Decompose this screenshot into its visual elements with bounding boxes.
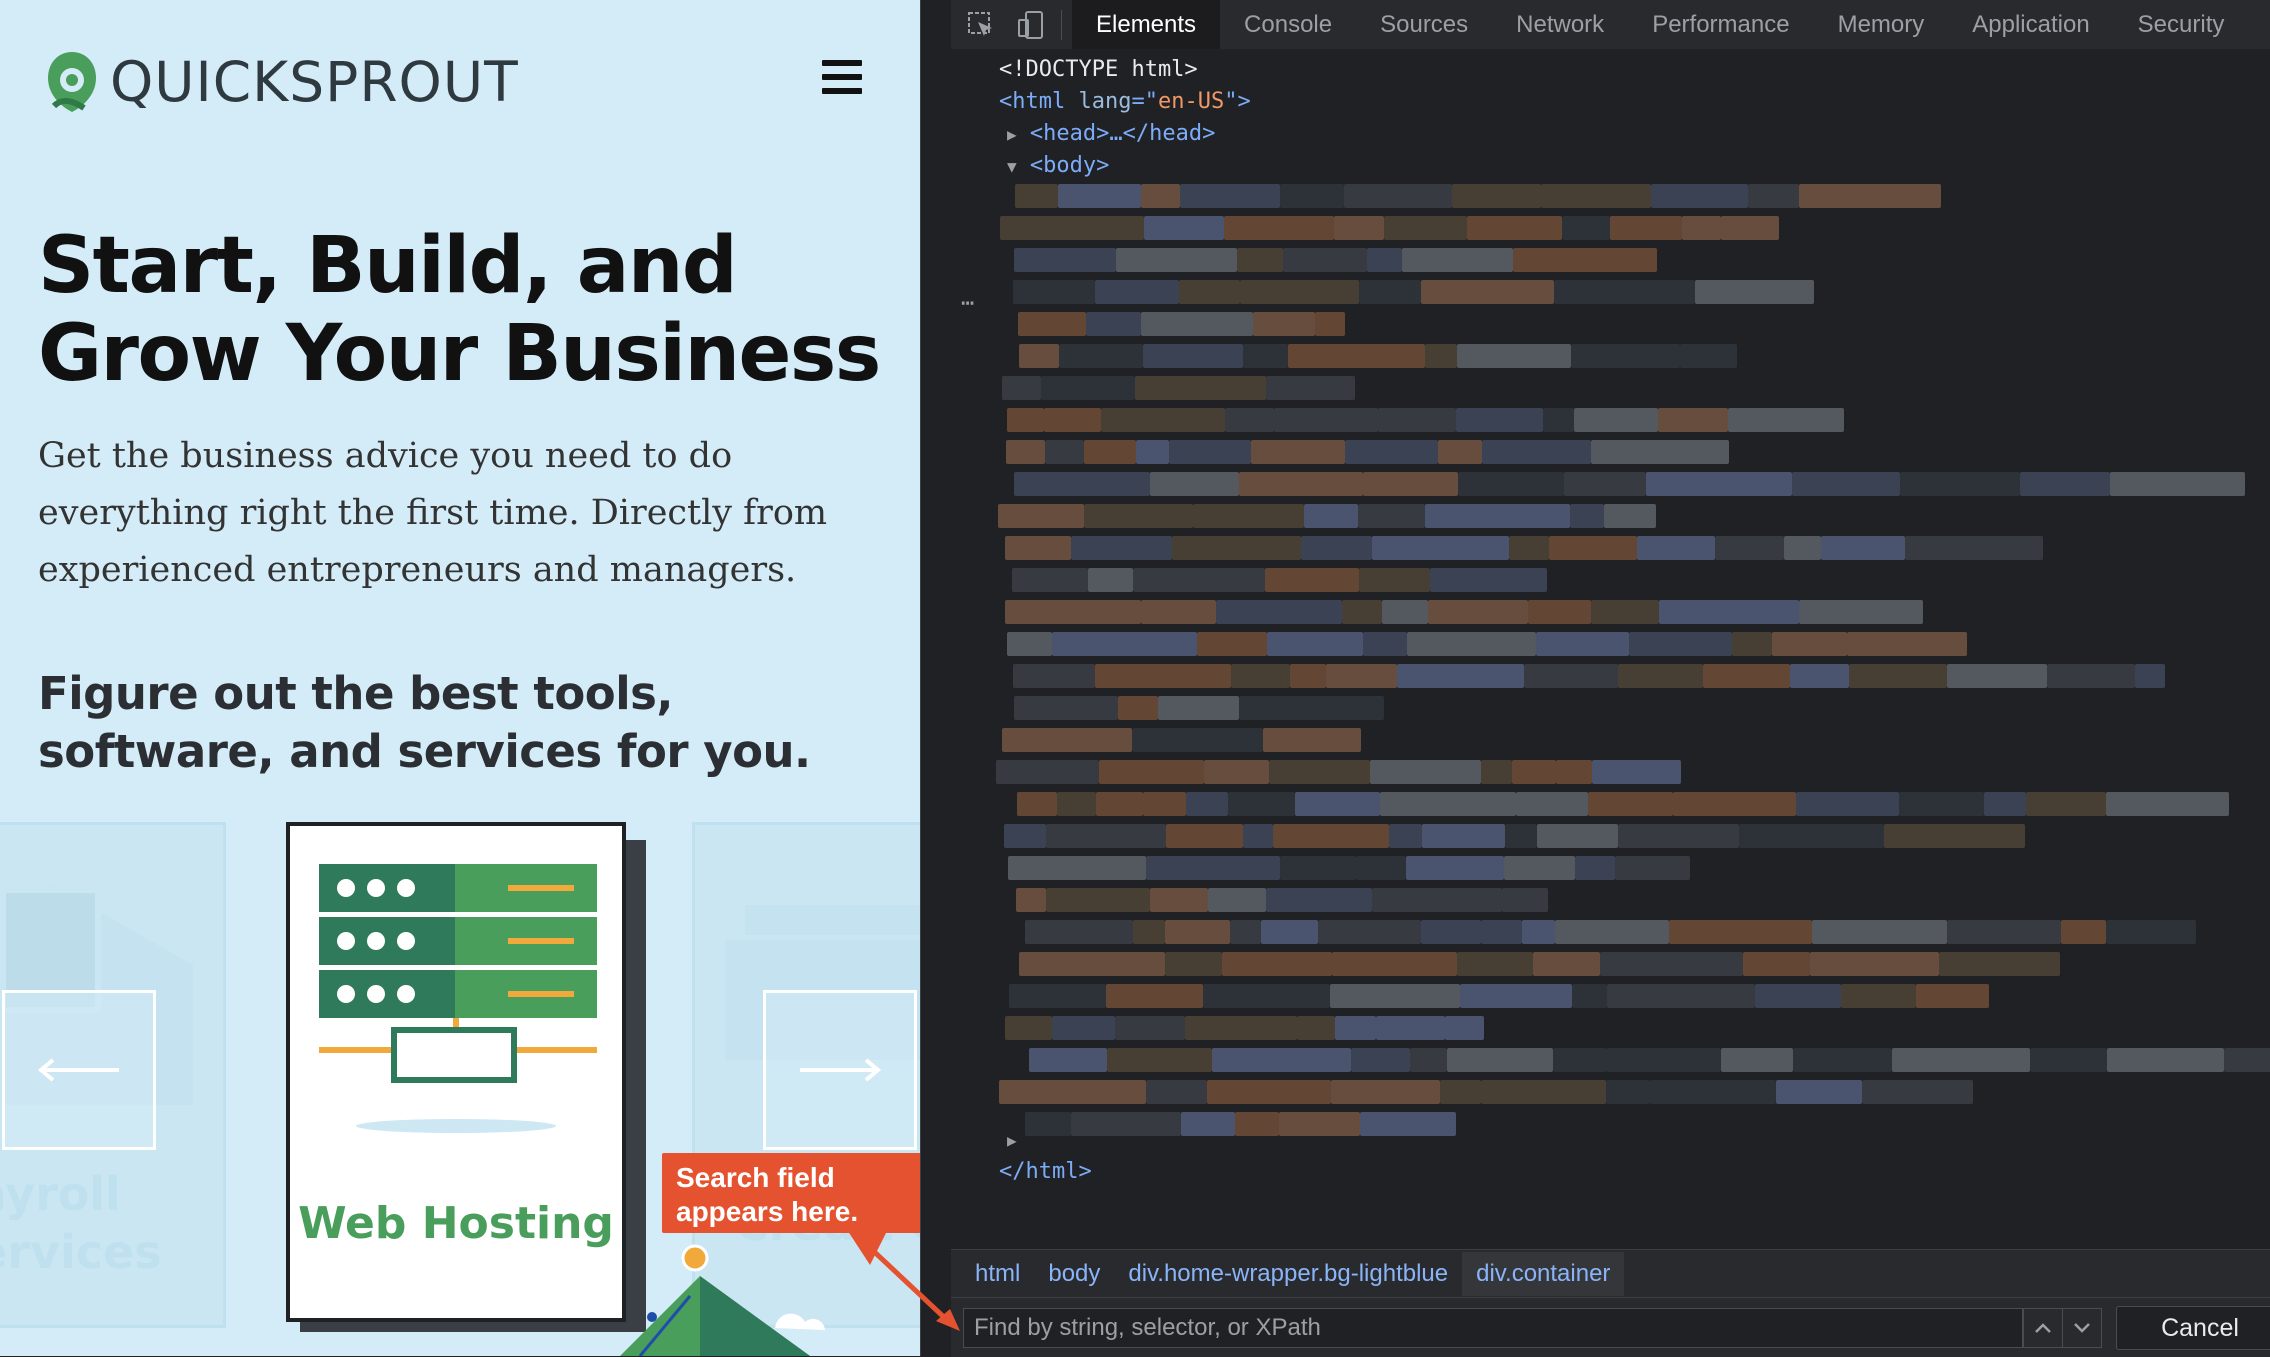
find-next-button[interactable] [2062, 1308, 2102, 1348]
annotation-callout: Search field appears here. [662, 1153, 920, 1233]
breadcrumb-item[interactable]: div.home-wrapper.bg-lightblue [1114, 1260, 1462, 1288]
find-bar: Cancel [951, 1297, 2270, 1357]
elements-dom-tree: <!DOCTYPE html> <html lang="en-US"> ▶ <h… [951, 49, 2270, 1247]
html-open-line[interactable]: <html lang="en-US"> [999, 87, 1251, 117]
find-search-input[interactable] [963, 1308, 2023, 1348]
doctype-line[interactable]: <!DOCTYPE html> [999, 55, 1198, 85]
devtools-panel: Elements Console Sources Network Performance… [920, 0, 2270, 1357]
menu-hamburger-icon[interactable] [822, 60, 862, 94]
redacted-code-block [996, 184, 2270, 1164]
breadcrumb-item[interactable]: html [961, 1260, 1034, 1288]
chevron-up-icon [2035, 1323, 2051, 1333]
chevron-down-icon [2074, 1323, 2090, 1333]
ellipsis-icon[interactable]: ⋯ [961, 289, 974, 319]
devtools-tabs: Elements Console Sources Network Performance… [1072, 0, 2249, 51]
tab-elements[interactable]: Elements [1072, 0, 1221, 51]
carousel-card-web-hosting-label: Web Hosting [298, 1198, 614, 1249]
carousel-prev-button[interactable] [2, 990, 156, 1150]
website-viewport: QUICKSPROUT Start, Build, and Grow Your … [0, 0, 920, 1356]
find-cancel-button[interactable]: Cancel [2116, 1306, 2270, 1350]
dom-breadcrumbs: html body div.home-wrapper.bg-lightblue div… [951, 1249, 2270, 1298]
tab-memory[interactable]: Memory [1814, 0, 1949, 49]
annotation-arrow-icon [844, 1225, 960, 1331]
body-open-tag: <body> [1029, 153, 1110, 178]
tab-sources[interactable]: Sources [1356, 0, 1492, 49]
hero-subtitle: Get the business advice you need to do e… [38, 436, 828, 590]
html-close-tag: </html> [999, 1159, 1092, 1184]
find-previous-button[interactable] [2023, 1308, 2063, 1348]
tab-console[interactable]: Console [1220, 0, 1356, 49]
collapsed-node-line[interactable]: ▶ [1007, 1125, 1017, 1155]
devtools-toolbar: Elements Console Sources Network Performance… [951, 0, 2270, 51]
head-line[interactable]: ▶ <head>…</head> [1007, 119, 1215, 149]
section-heading: Figure out the best tools, software, and… [38, 667, 811, 778]
quicksprout-logo[interactable]: QUICKSPROUT [44, 48, 519, 116]
server-rack-icon [319, 864, 597, 1133]
carousel-next-button[interactable] [763, 990, 917, 1150]
brand-name: QUICKSPROUT [110, 50, 519, 114]
inspect-element-icon[interactable] [961, 5, 1001, 45]
html-close-line[interactable]: </html> [999, 1157, 1092, 1187]
tab-application[interactable]: Application [1948, 0, 2113, 49]
html-tag-name: html [1012, 89, 1066, 114]
tab-performance[interactable]: Performance [1628, 0, 1813, 49]
arrow-left-icon [37, 1058, 119, 1082]
collapse-triangle-icon[interactable]: ▼ [1007, 157, 1017, 176]
html-lang-attr: lang [1078, 89, 1132, 114]
breadcrumb-item[interactable]: body [1034, 1260, 1114, 1288]
arrow-right-icon [800, 1058, 882, 1082]
device-toolbar-icon[interactable] [1011, 5, 1051, 45]
carousel-card-left-label: Payroll Services [0, 1167, 162, 1279]
toolbar-divider [1061, 9, 1062, 40]
hero-title: Start, Build, and Grow Your Business [38, 221, 881, 399]
body-line[interactable]: ▼ <body> [1007, 151, 1109, 181]
breadcrumb-item[interactable]: div.container [1462, 1252, 1625, 1296]
expand-triangle-icon[interactable]: ▶ [1007, 1131, 1017, 1150]
head-collapsed: <head>…</head> [1029, 121, 1216, 146]
tab-network[interactable]: Network [1492, 0, 1628, 49]
sprout-logo-icon [48, 52, 96, 112]
tab-security[interactable]: Security [2114, 0, 2249, 49]
carousel-card-web-hosting[interactable]: Web Hosting [286, 822, 626, 1322]
expand-triangle-icon[interactable]: ▶ [1007, 125, 1017, 144]
html-lang-value: en-US [1157, 89, 1225, 114]
